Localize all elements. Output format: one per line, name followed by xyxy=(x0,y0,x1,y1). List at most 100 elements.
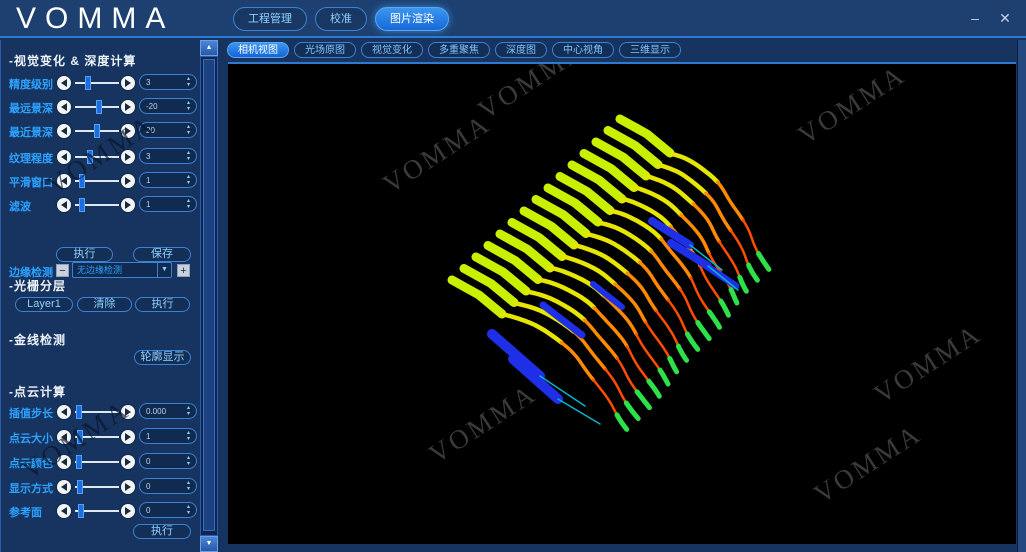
value-spinbox[interactable]: 1▴▾ xyxy=(139,196,197,212)
spin-down-icon[interactable]: ▾ xyxy=(187,130,190,136)
view-tab-5[interactable]: 深度图 xyxy=(495,42,547,58)
app-window: VOMMA 工程管理校准图片渲染 – ✕ -视觉变化 & 深度计算 精度级别3▴… xyxy=(0,0,1026,552)
value-spinbox[interactable]: 0.000▴▾ xyxy=(139,403,197,419)
value-spinbox[interactable]: -20▴▾ xyxy=(139,98,197,114)
slider-increase-button[interactable] xyxy=(121,100,135,114)
arrow-left-icon xyxy=(61,201,67,209)
edge-remove-button[interactable]: − xyxy=(56,264,69,277)
scrollbar-up-button[interactable]: ▲ xyxy=(200,40,218,56)
top-nav-tabs: 工程管理校准图片渲染 xyxy=(233,7,449,31)
value-spinbox[interactable]: 0▴▾ xyxy=(139,502,197,518)
slider-handle[interactable] xyxy=(79,198,85,212)
arrow-right-icon xyxy=(125,201,131,209)
wire-segment xyxy=(708,266,738,290)
slider-handle[interactable] xyxy=(77,480,83,494)
wire-segment xyxy=(670,358,677,371)
slider-increase-button[interactable] xyxy=(121,76,135,90)
wire-segment xyxy=(621,199,671,227)
arrow-left-icon xyxy=(61,408,67,416)
view-tab-1[interactable]: 相机视图 xyxy=(227,42,289,58)
value-spinbox[interactable]: 0▴▾ xyxy=(139,453,197,469)
spin-down-icon[interactable]: ▾ xyxy=(187,106,190,112)
spin-down-icon[interactable]: ▾ xyxy=(187,82,190,88)
slider-handle[interactable] xyxy=(94,124,100,138)
scrollbar-thumb[interactable] xyxy=(203,59,215,531)
raster-button-3[interactable]: 执行 xyxy=(135,297,190,312)
value-spinbox[interactable]: 1▴▾ xyxy=(139,172,197,188)
wire-segment xyxy=(680,289,698,323)
top-tab-1[interactable]: 工程管理 xyxy=(233,7,307,31)
slider-track[interactable] xyxy=(75,510,119,512)
slider-increase-button[interactable] xyxy=(121,198,135,212)
view-tab-4[interactable]: 多重聚焦 xyxy=(428,42,490,58)
slider-increase-button[interactable] xyxy=(121,480,135,494)
value-spinbox[interactable]: 3▴▾ xyxy=(139,148,197,164)
topbar: VOMMA 工程管理校准图片渲染 – ✕ xyxy=(0,0,1026,38)
slider-label: 最远景深 xyxy=(9,100,53,116)
close-button[interactable]: ✕ xyxy=(996,8,1014,28)
value-spinbox[interactable]: 0▴▾ xyxy=(139,478,197,494)
slider-increase-button[interactable] xyxy=(121,455,135,469)
wire-segment xyxy=(637,392,649,408)
value-spinbox[interactable]: 1▴▾ xyxy=(139,428,197,444)
slider-increase-button[interactable] xyxy=(121,430,135,444)
slider-increase-button[interactable] xyxy=(121,504,135,518)
slider-handle[interactable] xyxy=(85,76,91,90)
viewport-3d[interactable]: VOMMAVOMMAVOMMAVOMMAVOMMAVOMMA xyxy=(228,62,1016,544)
wire-segment xyxy=(668,300,687,334)
raster-button-2[interactable]: 清除 xyxy=(77,297,132,312)
edge-add-button[interactable]: + xyxy=(177,264,190,277)
slider-increase-button[interactable] xyxy=(121,174,135,188)
slider-row: 最远景深 -20▴▾ xyxy=(1,98,201,116)
top-tab-2[interactable]: 校准 xyxy=(315,7,367,31)
slider-decrease-button[interactable] xyxy=(57,504,71,518)
depth-execute-button[interactable]: 执行 xyxy=(56,247,113,262)
sidebar: -视觉变化 & 深度计算 精度级别3▴▾最远景深-20▴▾最近景深20▴▾纹理程… xyxy=(0,40,219,552)
minimize-button[interactable]: – xyxy=(966,8,984,28)
spin-down-icon[interactable]: ▾ xyxy=(187,510,190,516)
view-tab-3[interactable]: 视觉变化 xyxy=(361,42,423,58)
view-tab-7[interactable]: 三维显示 xyxy=(619,42,681,58)
arrow-right-icon xyxy=(125,433,131,441)
slider-decrease-button[interactable] xyxy=(57,405,71,419)
slider-track[interactable] xyxy=(75,461,119,463)
scrollbar-track[interactable] xyxy=(200,56,218,536)
spin-down-icon[interactable]: ▾ xyxy=(187,436,190,442)
sidebar-scrollbar[interactable]: ▲ ▼ xyxy=(200,40,218,552)
wire-segment xyxy=(626,403,638,419)
raster-button-1[interactable]: Layer1 xyxy=(15,297,73,312)
slider-track[interactable] xyxy=(75,106,119,108)
spin-down-icon[interactable]: ▾ xyxy=(187,204,190,210)
view-tab-2[interactable]: 光场原图 xyxy=(294,42,356,58)
slider-track[interactable] xyxy=(75,82,119,84)
wire-segment xyxy=(593,380,617,415)
slider-handle[interactable] xyxy=(78,504,84,518)
scrollbar-down-button[interactable]: ▼ xyxy=(200,536,218,552)
spin-down-icon[interactable]: ▾ xyxy=(187,461,190,467)
contour-display-button[interactable]: 轮廓显示 xyxy=(134,350,191,365)
slider-decrease-button[interactable] xyxy=(57,480,71,494)
slider-handle[interactable] xyxy=(96,100,102,114)
chevron-down-icon[interactable]: ▼ xyxy=(157,263,171,277)
value-spinbox[interactable]: 3▴▾ xyxy=(139,74,197,90)
slider-decrease-button[interactable] xyxy=(57,100,71,114)
spin-down-icon[interactable]: ▾ xyxy=(187,486,190,492)
spin-down-icon[interactable]: ▾ xyxy=(187,411,190,417)
slider-track[interactable] xyxy=(75,486,119,488)
slider-decrease-button[interactable] xyxy=(57,124,71,138)
wire-segment xyxy=(731,231,749,265)
arrow-left-icon xyxy=(61,79,67,87)
arrow-right-icon xyxy=(125,483,131,491)
spin-down-icon[interactable]: ▾ xyxy=(187,156,190,162)
pointcloud-execute-button[interactable]: 执行 xyxy=(133,524,191,539)
spinbox-value: -20 xyxy=(140,102,184,111)
edge-detect-dropdown[interactable]: 无边缘检测 ▼ xyxy=(72,262,172,278)
arrow-right-icon xyxy=(125,507,131,515)
depth-save-button[interactable]: 保存 xyxy=(133,247,191,262)
slider-label: 滤波 xyxy=(9,198,31,214)
spin-down-icon[interactable]: ▾ xyxy=(187,180,190,186)
slider-decrease-button[interactable] xyxy=(57,76,71,90)
top-tab-3[interactable]: 图片渲染 xyxy=(375,7,449,31)
view-tab-6[interactable]: 中心视角 xyxy=(552,42,614,58)
slider-track[interactable] xyxy=(75,204,119,206)
